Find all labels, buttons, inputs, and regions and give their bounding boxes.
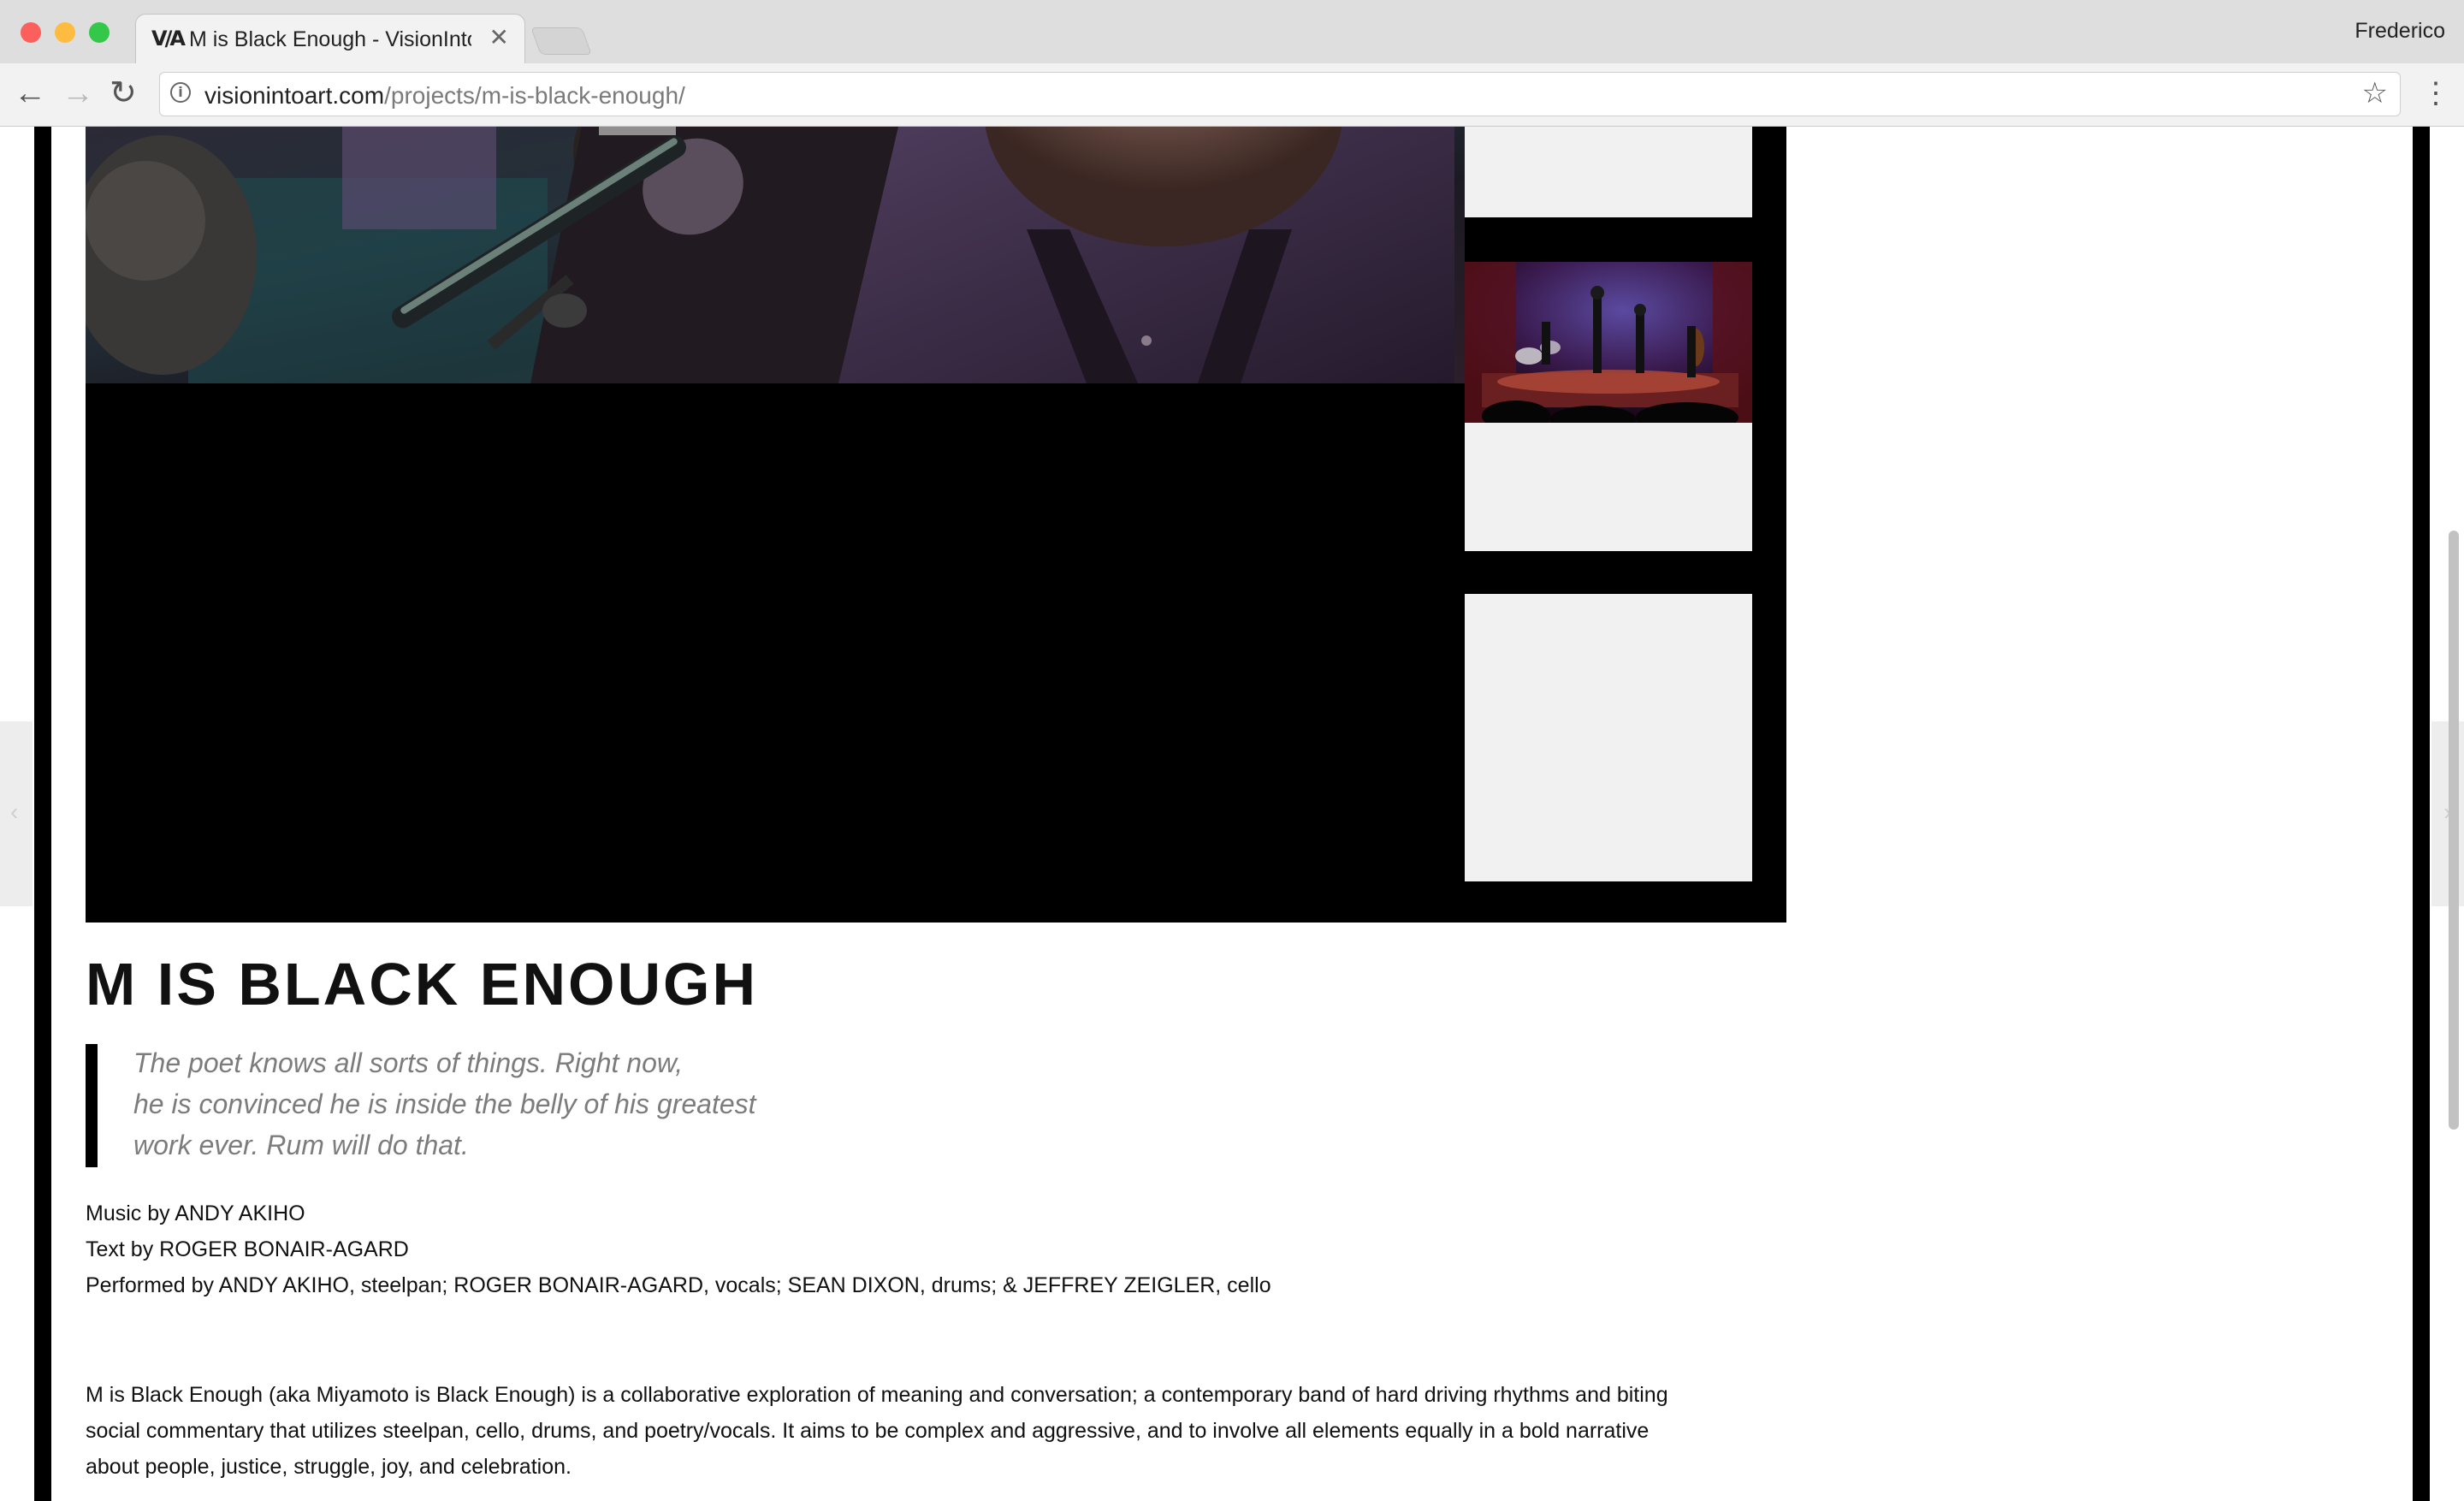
new-tab-button[interactable] (530, 27, 592, 55)
close-icon[interactable]: ✕ (489, 23, 509, 51)
url-path: /projects/m-is-black-enough/ (384, 82, 685, 109)
forward-arrow-icon[interactable]: → (62, 74, 94, 113)
tab-bar: V/A M is Black Enough - VisionIntoArt ✕ … (0, 0, 2464, 66)
minimize-window-button[interactable] (55, 22, 75, 43)
favicon-icon: V/A (151, 27, 186, 50)
quote-line: The poet knows all sorts of things. Righ… (133, 1047, 684, 1078)
reload-icon[interactable]: ↻ (110, 74, 137, 113)
description-line: M is Black Enough (aka Miyamoto is Black… (86, 1383, 1668, 1407)
profile-name[interactable]: Frederico (2354, 19, 2445, 44)
next-project-arrow[interactable]: › (2431, 721, 2464, 906)
frame-border-right (2413, 127, 2430, 1501)
chevron-left-icon: ‹ (10, 798, 19, 825)
gallery-thumbnail-placeholder[interactable] (1465, 127, 1752, 217)
quote-line: he is convinced he is inside the belly o… (133, 1089, 756, 1119)
project-title: M IS BLACK ENOUGH (86, 951, 758, 1017)
close-window-button[interactable] (21, 22, 41, 43)
gallery-thumbnail-placeholder[interactable] (1465, 423, 1752, 551)
credit-text: Text by ROGER BONAIR-AGARD (86, 1237, 409, 1261)
browser-toolbar: ← → ↻ i visionintoart.com/projects/m-is-… (0, 63, 2464, 127)
project-gallery (86, 127, 1786, 923)
info-icon[interactable]: i (170, 82, 191, 103)
main-performance-photo[interactable] (86, 127, 1465, 383)
performance-photo-image (86, 127, 1465, 383)
quote-line: work ever. Rum will do that. (133, 1130, 469, 1160)
back-arrow-icon[interactable]: ← (14, 74, 46, 113)
address-bar[interactable]: i visionintoart.com/projects/m-is-black-… (159, 72, 2401, 116)
description-line: about people, justice, struggle, joy, an… (86, 1455, 572, 1479)
page-viewport: ‹ › M IS BLACK ENOUGH The poet knows all… (0, 127, 2464, 1501)
credit-music: Music by ANDY AKIHO (86, 1201, 305, 1225)
browser-menu-icon[interactable]: ⋮ (2421, 74, 2450, 113)
prev-project-arrow[interactable]: ‹ (0, 721, 33, 906)
zoom-window-button[interactable] (89, 22, 110, 43)
tab-title: M is Black Enough - VisionIntoArt (189, 27, 471, 51)
scrollbar-thumb[interactable] (2449, 531, 2459, 1130)
browser-tab[interactable]: V/A M is Black Enough - VisionIntoArt ✕ (135, 14, 525, 66)
frame-border-left (34, 127, 51, 1501)
credit-performers: Performed by ANDY AKIHO, steelpan; ROGER… (86, 1273, 1271, 1297)
bookmark-star-icon[interactable]: ☆ (2362, 76, 2388, 110)
url-text[interactable]: visionintoart.com/projects/m-is-black-en… (204, 82, 685, 110)
browser-chrome: V/A M is Black Enough - VisionIntoArt ✕ … (0, 0, 2464, 127)
quote-bar (86, 1044, 98, 1167)
gallery-thumbnail-placeholder[interactable] (1465, 594, 1752, 881)
gallery-thumbnail-performance[interactable] (1465, 262, 1752, 423)
url-host: visionintoart.com (204, 82, 385, 109)
description-line: social commentary that utilizes steelpan… (86, 1419, 1650, 1443)
stage-photo-image (1465, 262, 1752, 423)
